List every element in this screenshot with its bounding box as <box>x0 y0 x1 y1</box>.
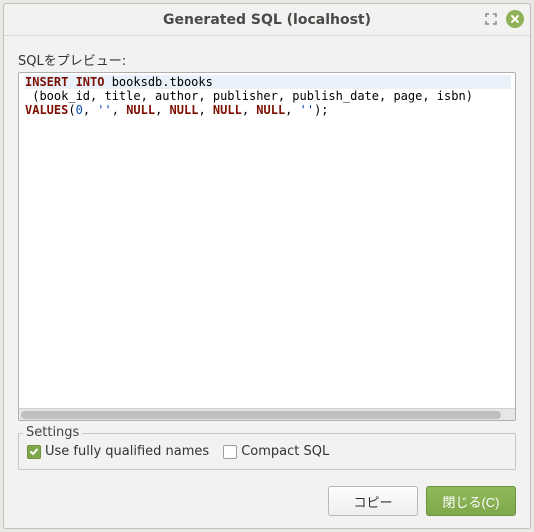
check-icon <box>29 447 39 457</box>
sql-keyword-insert: INSERT INTO <box>25 75 104 89</box>
titlebar: Generated SQL (localhost) <box>4 4 530 36</box>
checkbox-label: Compact SQL <box>241 444 329 459</box>
close-icon <box>510 14 520 24</box>
titlebar-controls <box>482 10 524 28</box>
maximize-icon <box>485 13 497 25</box>
sql-value-str: '' <box>300 103 314 117</box>
settings-group: Settings Use fully qualified names Compa… <box>18 433 516 470</box>
sql-value-null: NULL <box>213 103 242 117</box>
close-button[interactable]: 閉じる(C) <box>426 486 516 516</box>
horizontal-scrollbar-thumb[interactable] <box>21 411 501 419</box>
checkbox-label: Use fully qualified names <box>45 444 209 459</box>
settings-row: Use fully qualified names Compact SQL <box>27 444 507 459</box>
horizontal-scrollbar[interactable] <box>19 408 515 420</box>
checkbox-compact-sql[interactable]: Compact SQL <box>223 444 329 459</box>
sql-preview-area[interactable]: INSERT INTO booksdb.tbooks (book_id, tit… <box>18 72 516 421</box>
sql-value-null: NULL <box>126 103 155 117</box>
checkbox-use-fully-qualified[interactable]: Use fully qualified names <box>27 444 209 459</box>
window-title: Generated SQL (localhost) <box>163 12 371 28</box>
checkbox-box <box>223 445 237 459</box>
sql-value-num: 0 <box>76 103 83 117</box>
preview-label: SQLをプレビュー: <box>18 50 516 69</box>
dialog-window: Generated SQL (localhost) SQLをプレビュー: INS… <box>3 3 531 529</box>
sql-columns: (book_id, title, author, publisher, publ… <box>25 89 473 103</box>
sql-value-null: NULL <box>256 103 285 117</box>
sql-table: booksdb.tbooks <box>104 75 212 89</box>
checkbox-box <box>27 445 41 459</box>
sql-text[interactable]: INSERT INTO booksdb.tbooks (book_id, tit… <box>25 75 511 117</box>
sql-content[interactable]: INSERT INTO booksdb.tbooks (book_id, tit… <box>19 73 515 408</box>
sql-value-str: '' <box>97 103 111 117</box>
dialog-footer: コピー 閉じる(C) <box>4 478 530 528</box>
settings-legend: Settings <box>23 425 82 440</box>
dialog-body: SQLをプレビュー: INSERT INTO booksdb.tbooks (b… <box>4 36 530 478</box>
sql-keyword-values: VALUES <box>25 103 68 117</box>
sql-value-null: NULL <box>170 103 199 117</box>
copy-button[interactable]: コピー <box>328 486 418 516</box>
maximize-button[interactable] <box>482 10 500 28</box>
close-window-button[interactable] <box>506 10 524 28</box>
